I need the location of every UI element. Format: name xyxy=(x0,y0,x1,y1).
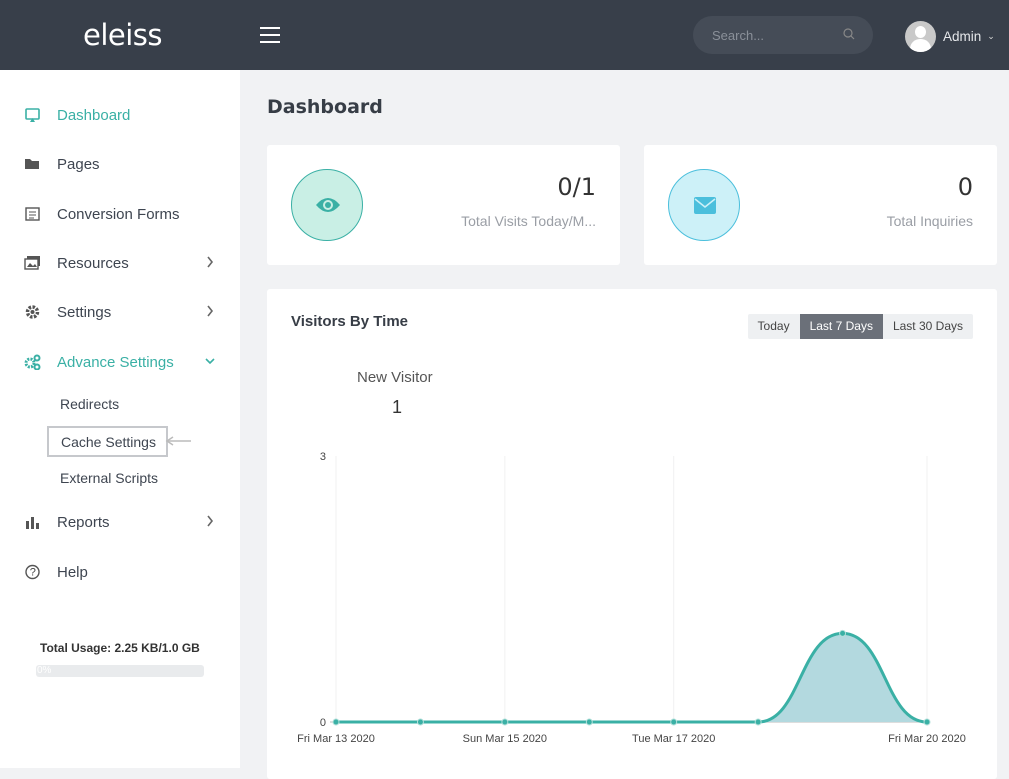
data-point xyxy=(839,629,847,637)
area-fill xyxy=(336,633,927,722)
data-point xyxy=(754,718,762,726)
data-point xyxy=(923,718,931,726)
data-point xyxy=(670,718,678,726)
y-tick-label: 3 xyxy=(320,451,326,463)
data-point xyxy=(332,718,340,726)
data-point xyxy=(585,718,593,726)
data-point xyxy=(416,718,424,726)
y-tick-label: 0 xyxy=(320,717,326,729)
visitors-chart: Fri Mar 13 2020 Sun Mar 15 2020 Tue Mar 17… xyxy=(297,451,966,745)
x-tick-label: Tue Mar 17 2020 xyxy=(632,733,715,745)
x-tick-label: Fri Mar 20 2020 xyxy=(888,733,966,745)
x-tick-label: Fri Mar 13 2020 xyxy=(297,733,375,745)
data-point xyxy=(501,718,509,726)
x-tick-label: Sun Mar 15 2020 xyxy=(463,733,547,745)
